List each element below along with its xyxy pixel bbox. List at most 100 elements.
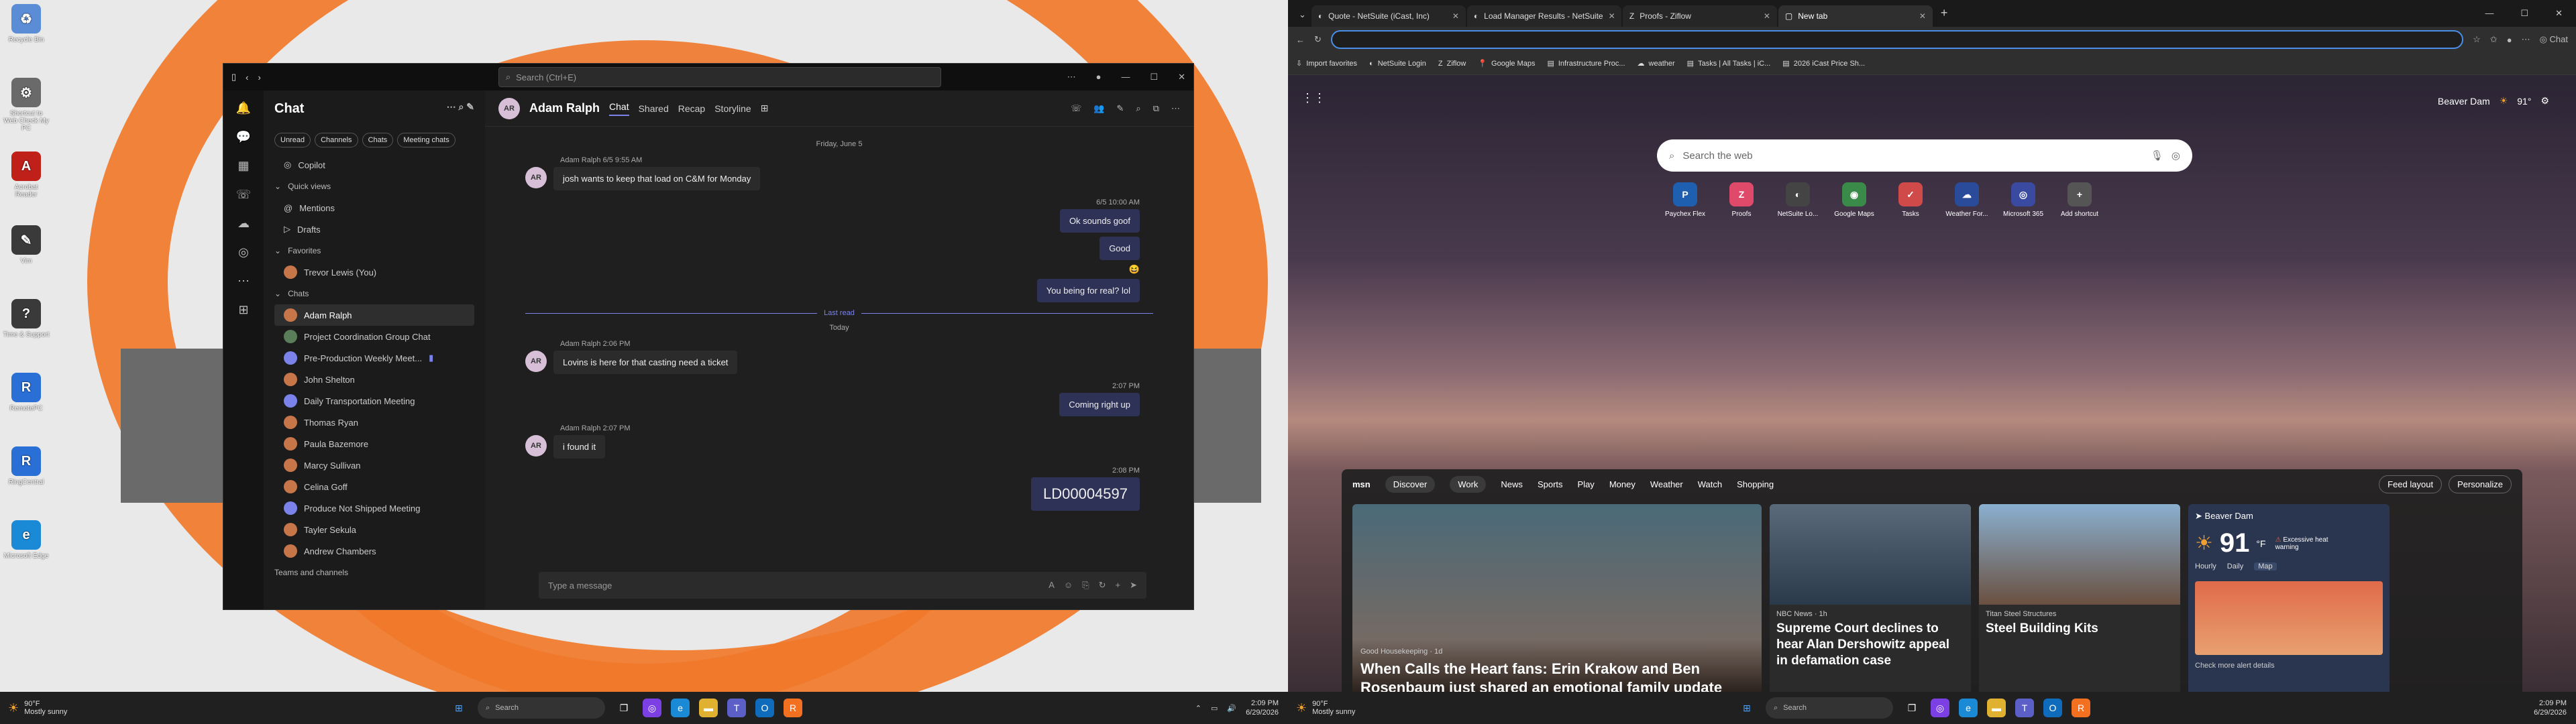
fav-netsuite[interactable]: ◐ NetSuite Login xyxy=(1369,60,1426,68)
teams-search-input[interactable]: ⌕ Search (Ctrl+E) xyxy=(498,67,941,87)
taskbar-search[interactable]: ⌕ Search xyxy=(1766,697,1893,719)
msn-tab-watch[interactable]: Watch xyxy=(1698,479,1722,489)
personalize-button[interactable]: Personalize xyxy=(2449,475,2512,493)
taskbar-search[interactable]: ⌕ Search xyxy=(478,697,605,719)
more-apps-icon[interactable]: ⋯ xyxy=(237,274,250,288)
edge-icon[interactable]: e xyxy=(671,699,690,717)
chat-item[interactable]: Adam Ralph xyxy=(274,304,474,326)
task-view-icon[interactable]: ❐ xyxy=(1902,699,1921,717)
outgoing-message[interactable]: LD00004597 xyxy=(1030,477,1140,511)
new-chat-icon[interactable]: ✎ xyxy=(466,101,474,112)
start-icon[interactable]: ⊞ xyxy=(1737,699,1756,717)
popout-icon[interactable]: ⧉ xyxy=(1153,103,1159,114)
tab-shared[interactable]: Shared xyxy=(639,103,669,114)
msn-tab-weather[interactable]: Weather xyxy=(1650,479,1683,489)
msn-tab-sports[interactable]: Sports xyxy=(1538,479,1563,489)
ntp-weather[interactable]: Beaver Dam ☀ 91° ⚙ xyxy=(2438,95,2549,107)
outgoing-message[interactable]: You being for real? lol xyxy=(1036,279,1140,302)
calendar-icon[interactable]: ▦ xyxy=(237,159,249,173)
start-icon[interactable]: ⊞ xyxy=(449,699,468,717)
favorite-star-icon[interactable]: ☆ xyxy=(2473,34,2481,45)
people-icon[interactable]: 👥 xyxy=(1093,103,1104,114)
edge-icon[interactable]: e xyxy=(1959,699,1978,717)
nav-copilot[interactable]: ◎ Copilot xyxy=(274,154,474,176)
nav-mentions[interactable]: @ Mentions xyxy=(274,197,474,219)
desktop-icon-webcheck[interactable]: ⚙ Shortcut to Web Check My PC xyxy=(3,78,50,138)
volume-icon[interactable]: 🔊 xyxy=(1227,704,1236,713)
maximize-icon[interactable]: ☐ xyxy=(2520,8,2528,19)
weather-widget[interactable]: ☀ 90°F Mostly sunny xyxy=(8,700,209,716)
filter-channels[interactable]: Channels xyxy=(315,133,358,147)
avatar[interactable]: ● xyxy=(1096,72,1102,82)
outgoing-message[interactable]: Ok sounds goof xyxy=(1059,209,1140,233)
outlook-icon[interactable]: O xyxy=(755,699,774,717)
clock[interactable]: 2:09 PM 6/29/2026 xyxy=(2534,699,2567,717)
tab-netsuite-quote[interactable]: ◐ Quote - NetSuite (iCast, Inc) ✕ xyxy=(1311,5,1466,27)
ad-card[interactable]: Titan Steel Structures Steel Building Ki… xyxy=(1979,504,2180,705)
more-options-icon[interactable]: ⋯ xyxy=(447,101,456,112)
weather-card[interactable]: ➤ Beaver Dam ☀ 91 °F ⚠ Excessive heat wa… xyxy=(2188,504,2390,705)
more-icon[interactable]: ⋯ xyxy=(1067,72,1076,82)
chat-item[interactable]: Paula Bazemore xyxy=(274,433,474,455)
outgoing-message[interactable]: Coming right up xyxy=(1059,393,1140,416)
teams-icon[interactable]: T xyxy=(2015,699,2034,717)
chat-item[interactable]: Pre-Production Weekly Meet... ▮ xyxy=(274,347,474,369)
desktop-icon-recycle-bin[interactable]: ♻ Recycle Bin xyxy=(3,4,50,64)
forward-icon[interactable]: › xyxy=(258,72,261,82)
favorites-icon[interactable]: ✩ xyxy=(2490,34,2498,45)
feed-layout-button[interactable]: Feed layout xyxy=(2379,475,2443,493)
more-icon[interactable]: ⋯ xyxy=(1171,103,1180,114)
address-bar[interactable] xyxy=(1330,30,2464,49)
tab-storyline[interactable]: Storyline xyxy=(714,103,751,114)
fav-import[interactable]: ⇩ Import favorites xyxy=(1296,59,1357,68)
filter-unread[interactable]: Unread xyxy=(274,133,311,147)
network-icon[interactable]: ▭ xyxy=(1211,704,1218,713)
call-icon[interactable]: ☏ xyxy=(1071,103,1081,114)
reaction-icon[interactable]: 😆 xyxy=(1129,264,1140,275)
copilot-icon[interactable]: ◎ xyxy=(643,699,661,717)
close-icon[interactable]: ✕ xyxy=(1178,72,1185,82)
minimize-icon[interactable]: — xyxy=(1121,72,1130,82)
chat-item[interactable]: Andrew Chambers xyxy=(274,540,474,562)
msn-tab-shopping[interactable]: Shopping xyxy=(1737,479,1774,489)
chat-item[interactable]: Celina Goff xyxy=(274,476,474,497)
weather-map[interactable] xyxy=(2195,581,2383,655)
search-chats-icon[interactable]: ⌕ xyxy=(459,101,464,112)
emoji-icon[interactable]: ☺ xyxy=(1064,580,1073,591)
sidebar-toggle-icon[interactable]: ▯ xyxy=(231,72,236,82)
tab-ziflow[interactable]: Z Proofs - Ziflow ✕ xyxy=(1622,5,1777,27)
fav-google-maps[interactable]: 📍 Google Maps xyxy=(1478,59,1535,68)
fav-item[interactable]: Trevor Lewis (You) xyxy=(274,261,474,283)
copilot-icon[interactable]: ◎ xyxy=(238,245,249,259)
quicklink-weather[interactable]: ☁ Weather For... xyxy=(1941,182,1992,218)
msn-logo[interactable]: msn xyxy=(1352,479,1371,489)
loop-icon[interactable]: ↻ xyxy=(1099,580,1106,591)
refresh-icon[interactable]: ↻ xyxy=(1314,34,1322,45)
weather-widget[interactable]: ☀ 90°F Mostly sunny xyxy=(1296,700,1497,716)
new-tab-plus-icon[interactable]: + xyxy=(1934,6,1955,27)
copilot-icon[interactable]: ◎ xyxy=(2171,149,2180,162)
wx-tab-daily[interactable]: Daily xyxy=(2227,562,2243,570)
format-icon[interactable]: A xyxy=(1049,580,1055,591)
chat-item[interactable]: Tayler Sekula xyxy=(274,519,474,540)
quicklink-proofs[interactable]: Z Proofs xyxy=(1716,182,1767,218)
quicklink-add[interactable]: + Add shortcut xyxy=(2054,182,2105,218)
chat-item[interactable]: Thomas Ryan xyxy=(274,412,474,433)
chevron-up-icon[interactable]: ⌃ xyxy=(1195,704,1201,713)
outlook-icon[interactable]: O xyxy=(2043,699,2062,717)
desktop-icon-remotepc[interactable]: R RemotePC xyxy=(3,373,50,433)
quicklink-tasks[interactable]: ✓ Tasks xyxy=(1885,182,1936,218)
back-icon[interactable]: ‹ xyxy=(246,72,248,82)
filter-meeting-chats[interactable]: Meeting chats xyxy=(397,133,455,147)
copilot-icon[interactable]: ◎ xyxy=(1931,699,1949,717)
alert-details-link[interactable]: Check more alert details xyxy=(2188,662,2390,670)
settings-icon[interactable]: ⚙ xyxy=(2540,95,2549,107)
profile-icon[interactable]: ● xyxy=(2507,35,2512,45)
teams-icon[interactable]: T xyxy=(727,699,746,717)
apps-icon[interactable]: ⊞ xyxy=(238,303,248,317)
chat-icon[interactable]: 💬 xyxy=(236,130,251,144)
close-icon[interactable]: ✕ xyxy=(1919,11,1926,21)
chat-item[interactable]: Project Coordination Group Chat xyxy=(274,326,474,347)
close-icon[interactable]: ✕ xyxy=(1452,11,1459,21)
tab-load-manager[interactable]: ◐ Load Manager Results - NetSuite ✕ xyxy=(1466,5,1621,27)
